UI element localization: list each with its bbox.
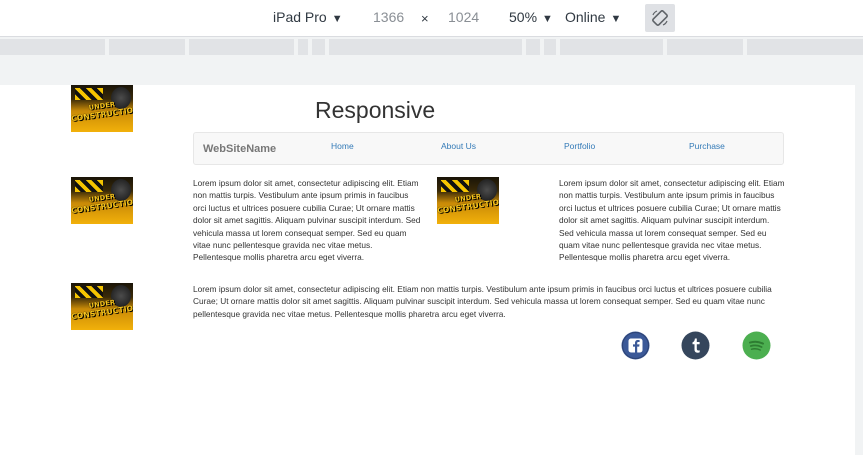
body-paragraph: Lorem ipsum dolor sit amet, consectetur …	[559, 178, 785, 263]
media-query-segment[interactable]	[189, 39, 294, 55]
body-paragraph: Lorem ipsum dolor sit amet, consectetur …	[193, 284, 772, 319]
device-select-caret-icon: ▼	[331, 13, 343, 25]
device-select[interactable]: iPad Pro ▼	[273, 9, 343, 25]
media-query-bar	[0, 37, 863, 57]
emulated-viewport: UNDER CONSTRUCTION UNDER CONSTRUCTION UN…	[0, 85, 855, 455]
media-query-segment[interactable]	[560, 39, 663, 55]
nav-link-about-us[interactable]: About Us	[441, 141, 476, 151]
nav-link-purchase[interactable]: Purchase	[689, 141, 725, 151]
hazard-stripes	[75, 180, 103, 192]
spotify-icon	[742, 331, 771, 360]
under-construction-image: UNDER CONSTRUCTION	[71, 283, 133, 330]
rotate-icon	[652, 10, 668, 26]
media-query-segment[interactable]	[0, 39, 105, 55]
zoom-select-caret-icon: ▼	[542, 13, 553, 25]
rotate-button[interactable]	[645, 4, 675, 32]
hazard-stripes	[75, 286, 103, 298]
hazard-stripes	[441, 180, 469, 192]
device-select-label: iPad Pro	[273, 9, 327, 25]
throttle-select-label: Online	[565, 9, 606, 25]
media-query-segment[interactable]	[109, 39, 185, 55]
throttle-select[interactable]: Online ▼	[565, 9, 621, 25]
height-input[interactable]: 1024	[448, 9, 479, 25]
throttle-select-caret-icon: ▼	[610, 13, 622, 25]
media-query-segment[interactable]	[329, 39, 522, 55]
device-toolbar: iPad Pro ▼ 1366 × 1024 50% ▼ Online ▼	[0, 0, 863, 37]
body-paragraph: Lorem ipsum dolor sit amet, consectetur …	[193, 178, 421, 263]
page-title: Responsive	[315, 97, 436, 123]
media-query-segment[interactable]	[667, 39, 743, 55]
under-construction-image: UNDER CONSTRUCTION	[437, 177, 499, 224]
tumblr-icon	[681, 331, 710, 360]
nav-link-home[interactable]: Home	[331, 141, 354, 151]
width-input[interactable]: 1366	[373, 9, 404, 25]
dimension-times-icon: ×	[421, 11, 429, 26]
navbar-brand[interactable]: WebSiteName	[203, 143, 276, 155]
media-query-segment[interactable]	[747, 39, 863, 55]
spotify-link[interactable]	[742, 331, 771, 360]
zoom-select[interactable]: 50% ▼	[509, 9, 553, 25]
under-construction-image: UNDER CONSTRUCTION	[71, 85, 133, 132]
media-query-segment[interactable]	[526, 39, 540, 55]
under-construction-image: UNDER CONSTRUCTION	[71, 177, 133, 224]
nav-link-portfolio[interactable]: Portfolio	[564, 141, 595, 151]
tumblr-link[interactable]	[681, 331, 710, 360]
media-query-segment[interactable]	[544, 39, 556, 55]
media-query-segment[interactable]	[312, 39, 325, 55]
facebook-link[interactable]	[621, 331, 650, 360]
zoom-select-label: 50%	[509, 9, 538, 25]
navbar: WebSiteName Home About Us Portfolio Purc…	[193, 132, 784, 165]
media-query-segment[interactable]	[298, 39, 308, 55]
page-scrollbar[interactable]	[855, 85, 863, 455]
hazard-stripes	[75, 88, 103, 100]
facebook-icon	[621, 331, 650, 360]
